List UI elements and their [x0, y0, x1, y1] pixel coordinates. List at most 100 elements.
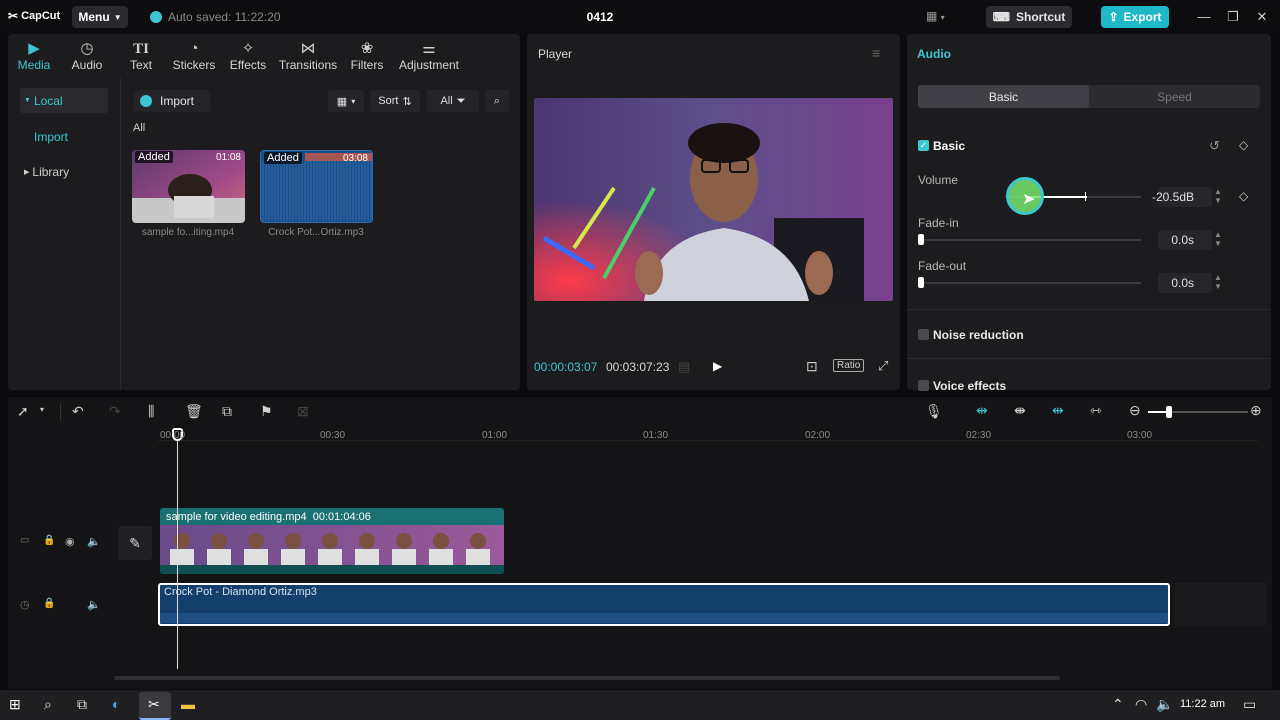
menu-button[interactable]: Menu ▼: [72, 6, 128, 28]
linkage-icon[interactable]: ⇹: [1052, 402, 1064, 419]
fullscreen-icon[interactable]: ⤢: [878, 358, 888, 374]
ruler-label: 00:00: [160, 430, 186, 441]
audio-panel: Audio Basic Speed ✓ Basic ↺ ◇ Volume ➤ -…: [907, 34, 1271, 393]
file-explorer-icon[interactable]: ▬: [181, 696, 195, 712]
undo-icon[interactable]: ↶: [72, 403, 84, 420]
tab-basic[interactable]: Basic: [918, 85, 1089, 108]
speaker-icon[interactable]: 🔈: [87, 598, 101, 611]
redo-icon[interactable]: ↷: [109, 403, 121, 420]
crop-icon[interactable]: ⊠: [297, 403, 309, 420]
auto-snap-icon[interactable]: ⇼: [1014, 402, 1026, 419]
shortcut-button[interactable]: ⌨ Shortcut: [986, 6, 1072, 28]
marker-icon[interactable]: ⚑: [260, 403, 273, 420]
select-cursor-icon[interactable]: ➚: [17, 403, 29, 420]
chevron-down-icon[interactable]: ▾: [40, 405, 44, 414]
eye-icon[interactable]: ◉: [65, 535, 75, 548]
microphone-icon[interactable]: 🎙: [925, 403, 943, 420]
ratio-button[interactable]: Ratio: [833, 359, 865, 372]
fade-out-handle[interactable]: [918, 277, 924, 288]
media-item-video[interactable]: Added 01:08: [132, 150, 245, 223]
sort-button[interactable]: Sort ⇅: [370, 90, 420, 112]
keyframe-icon[interactable]: ◇: [1239, 189, 1248, 203]
app-icon[interactable]: ◐: [112, 696, 120, 712]
audio-clip[interactable]: Crock Pot - Diamond Ortiz.mp3: [158, 583, 1170, 626]
zoom-out-icon[interactable]: ⊖: [1129, 402, 1141, 419]
sidebar-item-import[interactable]: Import: [20, 124, 108, 149]
import-button[interactable]: Import: [134, 90, 210, 112]
audio-track-icon[interactable]: ◷: [20, 598, 30, 611]
grid-icon: ▦: [336, 95, 348, 108]
playhead[interactable]: [177, 433, 178, 669]
task-view-icon[interactable]: ⧉: [77, 696, 87, 713]
tab-media[interactable]: ▶ Media: [8, 34, 60, 78]
voice-effects-checkbox[interactable]: [918, 380, 929, 391]
split-icon[interactable]: ⫼: [148, 403, 154, 420]
tab-stickers[interactable]: ◔ Stickers: [168, 34, 220, 78]
noise-reduction-checkbox[interactable]: [918, 329, 929, 340]
search-icon[interactable]: ⌕: [44, 696, 52, 713]
project-title[interactable]: 0412: [560, 10, 640, 24]
tab-text[interactable]: TI Text: [114, 34, 168, 78]
edit-cover-icon[interactable]: ✎: [118, 526, 152, 560]
lock-icon[interactable]: 🔒: [43, 535, 55, 546]
sidebar-item-library[interactable]: ▶ Library: [20, 159, 108, 184]
volume-value-field[interactable]: -20.5dB: [1152, 187, 1212, 207]
timeline-area[interactable]: ▭ 🔒 ◉ 🔈 ✎ ◷ 🔒 🔈 sample for video editing…: [8, 427, 1272, 689]
lock-icon[interactable]: 🔒: [43, 598, 55, 609]
wifi-icon[interactable]: ◠: [1135, 696, 1147, 713]
fade-in-value-field[interactable]: 0.0s: [1158, 230, 1212, 250]
keyframe-icon[interactable]: ◇: [1239, 138, 1248, 152]
video-clip[interactable]: sample for video editing.mp4 00:01:04:06: [160, 508, 504, 574]
filters-icon: ❀: [360, 40, 374, 57]
notifications-icon[interactable]: ▭: [1243, 696, 1256, 713]
stepper-icon[interactable]: ▲ ▼: [1214, 187, 1222, 205]
fade-in-track[interactable]: [921, 239, 1141, 241]
windows-start-icon[interactable]: ⊞: [9, 696, 21, 713]
stepper-icon[interactable]: ▲ ▼: [1214, 230, 1222, 248]
timeline-scrollbar[interactable]: [114, 676, 1060, 680]
main-track-magnet-icon[interactable]: ⇹: [976, 402, 988, 419]
media-item-audio[interactable]: Added 03:08: [260, 150, 373, 223]
volume-icon[interactable]: 🔈: [1156, 696, 1173, 713]
speaker-icon[interactable]: 🔈: [87, 535, 101, 548]
zoom-in-icon[interactable]: ⊕: [1250, 402, 1262, 419]
fit-screen-icon[interactable]: ⊡: [806, 358, 818, 375]
video-preview[interactable]: [534, 98, 893, 301]
view-toggle[interactable]: ▦ ▾: [328, 90, 364, 112]
fade-out-track[interactable]: [921, 282, 1141, 284]
fade-in-handle[interactable]: [918, 234, 924, 245]
tab-transitions[interactable]: ⋈ Transitions: [276, 34, 340, 78]
play-icon[interactable]: ▶: [713, 359, 722, 373]
filter-button[interactable]: All ⏷: [427, 90, 479, 112]
delete-icon[interactable]: 🗑: [185, 403, 203, 420]
chevron-up-icon[interactable]: ⌃: [1112, 696, 1124, 713]
zoom-handle[interactable]: [1166, 406, 1172, 418]
media-item-name: sample fo...iting.mp4: [141, 227, 235, 238]
clock[interactable]: 11:22 am: [1180, 698, 1225, 710]
video-clip-frames: [160, 525, 504, 565]
tab-speed[interactable]: Speed: [1089, 85, 1260, 108]
basic-checkbox[interactable]: ✓: [918, 140, 929, 151]
tab-effects[interactable]: ✧ Effects: [220, 34, 276, 78]
cover-icon[interactable]: ▭: [20, 535, 29, 546]
layout-icon[interactable]: ▦ ▾: [926, 9, 945, 23]
hamburger-icon[interactable]: ≡: [872, 45, 880, 61]
ruler-label: 03:00: [1127, 430, 1153, 441]
reset-icon[interactable]: ↺: [1209, 138, 1220, 154]
close-icon[interactable]: ✕: [1254, 9, 1270, 25]
tab-filters[interactable]: ❀ Filters: [340, 34, 394, 78]
frame-grid-icon[interactable]: ▤: [678, 359, 690, 375]
search-icon[interactable]: ⌕: [485, 90, 509, 112]
fade-out-value-field[interactable]: 0.0s: [1158, 273, 1212, 293]
freeze-icon[interactable]: ⧉: [222, 403, 232, 420]
media-panel: ▶ Media ◷ Audio TI Text ◔ Stickers ✧ Effects …: [8, 34, 520, 390]
stepper-icon[interactable]: ▲ ▼: [1214, 273, 1222, 291]
plus-icon: [140, 95, 152, 107]
preview-axis-icon[interactable]: ⇿: [1090, 402, 1102, 419]
sidebar-item-local[interactable]: ▼ Local: [20, 88, 108, 113]
tab-adjustment[interactable]: ⚌ Adjustment: [394, 34, 464, 78]
export-button[interactable]: ⇪ Export: [1101, 6, 1169, 28]
minimize-icon[interactable]: —: [1196, 9, 1212, 24]
restore-icon[interactable]: ❐: [1225, 9, 1241, 25]
tab-audio[interactable]: ◷ Audio: [60, 34, 114, 78]
